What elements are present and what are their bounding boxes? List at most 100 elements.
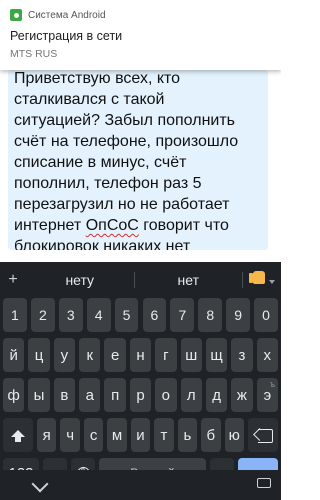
key-5[interactable]: 5	[114, 298, 139, 332]
key-label: н	[136, 346, 145, 364]
key-ь[interactable]: ь	[177, 418, 198, 452]
key-label: 8	[206, 307, 215, 323]
plus-icon[interactable]: +	[0, 271, 26, 289]
key-х[interactable]: х	[256, 338, 278, 372]
message-compose-area: Приветствую всех, кто сталкивался с тако…	[0, 70, 281, 260]
key-л[interactable]: л	[180, 378, 202, 412]
key-з[interactable]: з	[231, 338, 253, 372]
suggestion-bar: + нету нет	[0, 266, 281, 294]
key-8[interactable]: 8	[198, 298, 223, 332]
key-label: 4	[94, 307, 103, 323]
key-г[interactable]: г	[155, 338, 177, 372]
misspelled-word[interactable]: ОпСоС	[86, 217, 139, 234]
key-0[interactable]: 0	[254, 298, 278, 332]
key-у[interactable]: у	[53, 338, 76, 372]
key-label: у	[60, 346, 69, 364]
message-line: говорит что	[138, 217, 229, 234]
key-label: а	[85, 386, 94, 404]
key-к[interactable]: к	[79, 338, 101, 372]
key-3[interactable]: 3	[58, 298, 83, 332]
shift-icon	[11, 429, 25, 442]
shift-key[interactable]	[3, 418, 33, 452]
key-label: б	[206, 426, 216, 444]
backspace-key[interactable]	[248, 418, 278, 452]
key-с[interactable]: с	[83, 418, 104, 452]
key-6[interactable]: 6	[142, 298, 167, 332]
key-э[interactable]: эъ	[256, 378, 278, 412]
backspace-icon	[254, 429, 273, 443]
key-о[interactable]: о	[155, 378, 177, 412]
key-д[interactable]: д	[205, 378, 228, 412]
key-щ[interactable]: щ	[205, 338, 228, 372]
thumbs-down-icon[interactable]	[243, 266, 281, 294]
key-label: 9	[234, 307, 243, 323]
navigation-bar	[0, 470, 281, 500]
key-м[interactable]: м	[107, 418, 127, 452]
key-label: о	[161, 386, 171, 404]
key-ч[interactable]: ч	[60, 418, 80, 452]
key-label: ь	[183, 426, 192, 444]
message-line: блокировок никаких	[14, 238, 166, 250]
message-line: перезагрузил но не работает	[14, 196, 230, 213]
back-nav-icon[interactable]	[31, 475, 49, 493]
key-б[interactable]: б	[201, 418, 221, 452]
key-9[interactable]: 9	[226, 298, 251, 332]
message-line: пополнил, телефон раз 5	[14, 175, 202, 192]
message-line: счёт на телефоне, произошло	[14, 133, 239, 150]
key-label: ч	[66, 426, 75, 444]
key-7[interactable]: 7	[170, 298, 195, 332]
notification-app-name: Система Android	[28, 9, 106, 21]
keyboard: + нету нет 1 2 3 4 5 6 7 8 9 0 йцукенгшщзх фывапрол…	[0, 262, 281, 500]
message-text: Приветствую всех, кто сталкивался с тако…	[14, 70, 262, 250]
key-label: л	[186, 386, 196, 404]
key-в[interactable]: в	[53, 378, 76, 412]
key-я[interactable]: я	[37, 418, 57, 452]
key-н[interactable]: н	[129, 338, 152, 372]
key-label: р	[136, 386, 145, 404]
key-2[interactable]: 2	[30, 298, 55, 332]
composing-word: нет	[165, 238, 191, 250]
key-label: с	[89, 426, 98, 444]
key-ю[interactable]: ю	[224, 418, 244, 452]
notification-card[interactable]: Система Android Регистрация в сети MTS R…	[0, 0, 281, 70]
suggestion-item[interactable]: нету	[26, 272, 134, 288]
key-label: 1	[11, 307, 19, 323]
key-ш[interactable]: ш	[180, 338, 202, 372]
key-е[interactable]: е	[104, 338, 126, 372]
key-label: з	[238, 346, 246, 364]
key-label: ы	[33, 386, 45, 404]
key-ы[interactable]: ы	[28, 378, 50, 412]
key-т[interactable]: т	[154, 418, 174, 452]
key-label: и	[136, 426, 145, 444]
key-а[interactable]: а	[79, 378, 101, 412]
notification-title: Регистрация в сети	[10, 29, 123, 43]
keyboard-switch-icon[interactable]	[257, 478, 271, 488]
key-label: 7	[178, 307, 187, 323]
key-ц[interactable]: ц	[28, 338, 50, 372]
key-label: 2	[38, 307, 47, 323]
key-label: в	[60, 386, 69, 404]
key-п[interactable]: п	[104, 378, 126, 412]
key-1[interactable]: 1	[3, 298, 27, 332]
key-label: х	[263, 346, 272, 364]
key-р[interactable]: р	[129, 378, 152, 412]
key-label: 0	[262, 307, 270, 323]
key-ф[interactable]: ф	[3, 378, 25, 412]
suggestion-item[interactable]: нет	[135, 272, 243, 288]
key-label: к	[86, 346, 94, 364]
key-label: ф	[7, 386, 20, 404]
key-и[interactable]: и	[130, 418, 151, 452]
message-line: сталкивался с такой	[14, 91, 165, 108]
message-line: списание в минус, счёт	[14, 154, 187, 171]
key-label: ж	[236, 386, 247, 404]
key-label: 3	[66, 307, 75, 323]
message-text-field[interactable]: Приветствую всех, кто сталкивался с тако…	[8, 70, 268, 250]
key-й[interactable]: й	[3, 338, 25, 372]
android-system-icon	[10, 9, 22, 21]
key-4[interactable]: 4	[86, 298, 111, 332]
key-ж[interactable]: ж	[231, 378, 253, 412]
key-hint: ъ	[269, 380, 275, 389]
key-label: п	[111, 386, 120, 404]
key-label: 5	[122, 307, 131, 323]
key-label: э	[263, 386, 272, 404]
